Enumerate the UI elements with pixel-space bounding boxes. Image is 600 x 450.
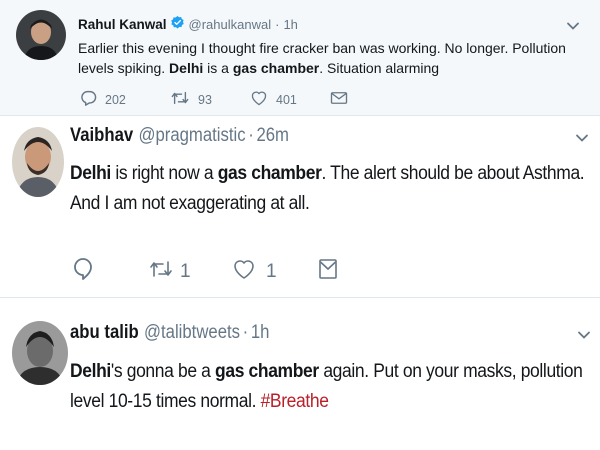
reply-button[interactable] [73,257,148,287]
text-segment: is right now a [110,163,218,184]
tweet-abu-talib[interactable]: abu talib @talibtweets · 1h Delhi's gonn… [0,299,600,450]
text-bold: gas chamber [232,60,320,76]
caret-down-icon[interactable] [575,130,589,148]
retweet-button[interactable]: 93 [170,90,250,109]
like-count: 401 [276,92,297,107]
user-handle[interactable]: @pragmatistic [138,125,245,147]
like-icon [232,258,256,286]
timestamp[interactable]: 26m [256,125,289,147]
hashtag-link[interactable]: #Breathe [261,391,329,412]
retweet-icon [148,258,174,286]
text-bold: Delhi [169,60,204,76]
user-handle[interactable]: @talibtweets [144,322,240,344]
reply-button[interactable]: 202 [80,90,170,109]
avatar[interactable] [12,127,64,197]
text-bold: Delhi [70,163,111,184]
display-name[interactable]: Vaibhav [70,125,133,147]
direct-message-button[interactable] [330,91,348,108]
like-count: 1 [266,261,277,282]
tweet-header: abu talib @talibtweets · 1h [70,322,269,344]
caret-down-icon[interactable] [566,18,580,36]
avatar[interactable] [16,10,66,60]
reply-icon [80,90,97,109]
tweet-header: Rahul Kanwal @rahulkanwal · 1h [78,15,298,33]
reply-count: 202 [105,92,126,107]
text-segment: 's gonna be a [110,361,216,382]
tweet-text: Delhi's gonna be a gas chamber again. Pu… [70,357,600,417]
tweet-header: Vaibhav @pragmatistic · 26m [70,125,289,147]
display-name[interactable]: Rahul Kanwal [78,17,167,32]
direct-message-icon [330,91,348,108]
timestamp[interactable]: 1h [283,17,297,32]
tweet-vaibhav[interactable]: Vaibhav @pragmatistic · 26m Delhi is rig… [0,117,600,298]
tweet-rahul-kanwal[interactable]: Rahul Kanwal @rahulkanwal · 1h Earlier t… [0,0,600,116]
caret-down-icon[interactable] [577,327,591,345]
like-button[interactable]: 1 [232,258,318,286]
text-bold: gas chamber [215,361,319,382]
retweet-count: 1 [180,261,191,282]
reply-icon [73,257,93,287]
tweet-text: Delhi is right now a gas chamber. The al… [70,159,600,219]
like-icon [250,90,268,109]
separator-dot: · [248,125,254,146]
text-bold: gas chamber [217,163,322,184]
timestamp[interactable]: 1h [251,322,270,344]
display-name[interactable]: abu talib [70,322,139,344]
user-handle[interactable]: @rahulkanwal [189,17,272,32]
text-segment: is a [203,60,233,76]
tweet-actions: 1 1 [73,257,338,287]
retweet-button[interactable]: 1 [148,258,232,286]
separator-dot: · [275,16,280,32]
verified-badge-icon [170,15,185,33]
text-segment: . Situation alarming [319,60,440,76]
avatar[interactable] [12,321,68,385]
text-bold: Delhi [70,361,111,382]
like-button[interactable]: 401 [250,90,330,109]
tweet-text: Earlier this evening I thought fire crac… [78,38,578,78]
direct-message-icon [318,258,338,286]
tweet-actions: 202 93 401 [80,90,348,109]
retweet-count: 93 [198,92,212,107]
separator-dot: · [242,322,249,343]
retweet-icon [170,90,190,109]
direct-message-button[interactable] [318,258,338,286]
